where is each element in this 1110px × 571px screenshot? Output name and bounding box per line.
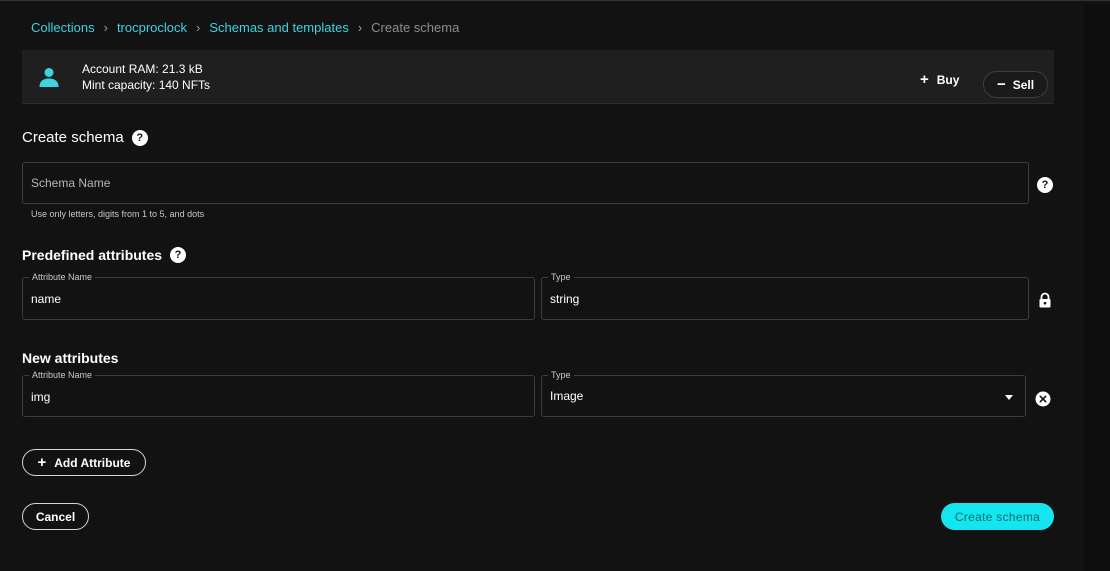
add-attribute-button[interactable]: + Add Attribute — [22, 449, 146, 476]
account-ram: Account RAM: 21.3 kB — [82, 62, 203, 76]
breadcrumb-separator: › — [196, 20, 201, 35]
create-schema-title: Create schema — [22, 129, 124, 146]
user-icon — [39, 68, 59, 87]
breadcrumb-current: Create schema — [371, 20, 460, 35]
type-value: string — [550, 292, 580, 306]
breadcrumb-separator: › — [357, 20, 363, 35]
minus-icon: − — [996, 76, 1006, 93]
plus-icon: + — [920, 71, 929, 88]
new-attributes-title: New attributes — [22, 350, 119, 366]
attribute-name-value[interactable]: img — [31, 390, 50, 404]
breadcrumb: Collections › trocproclock › Schemas and… — [31, 20, 459, 35]
predefined-attributes-title: Predefined attributes — [22, 247, 163, 263]
attribute-name-label: Attribute Name — [29, 272, 96, 283]
create-schema-label: Create schema — [954, 509, 1041, 524]
buy-label: Buy — [936, 72, 960, 87]
right-scroll-strip — [1084, 4, 1110, 571]
create-schema-button[interactable]: Create schema — [941, 503, 1054, 530]
buy-ram-button[interactable]: + Buy — [920, 72, 959, 87]
type-label: Type — [548, 370, 574, 381]
schema-name-field[interactable] — [22, 162, 1029, 204]
schema-name-help-icon[interactable]: ? — [1037, 177, 1053, 193]
top-divider — [0, 0, 1110, 4]
mint-capacity: Mint capacity: 140 NFTs — [82, 78, 211, 92]
cancel-button[interactable]: Cancel — [22, 503, 89, 530]
help-icon[interactable]: ? — [170, 247, 187, 263]
type-selected-value: Image — [550, 389, 584, 403]
attribute-name-value: name — [31, 292, 62, 306]
new-attribute-name-field[interactable]: Attribute Name img — [22, 370, 535, 417]
breadcrumb-collections[interactable]: Collections — [31, 20, 95, 35]
attribute-name-label: Attribute Name — [29, 370, 96, 381]
add-attribute-label: Add Attribute — [54, 455, 131, 470]
plus-icon: + — [37, 454, 47, 471]
cancel-label: Cancel — [35, 509, 76, 524]
type-label: Type — [548, 272, 574, 283]
breadcrumb-separator: › — [103, 20, 108, 35]
sell-label: Sell — [1012, 77, 1035, 92]
create-schema-heading: Create schema ? — [22, 129, 148, 146]
chevron-down-icon — [1005, 395, 1013, 400]
schema-name-helper: Use only letters, digits from 1 to 5, an… — [31, 209, 205, 219]
new-attribute-type-select[interactable]: Type Image — [541, 370, 1026, 417]
breadcrumb-collection-name[interactable]: trocproclock — [117, 20, 187, 35]
help-icon[interactable]: ? — [131, 129, 148, 146]
new-attributes-heading: New attributes — [22, 350, 118, 366]
sell-ram-button[interactable]: − Sell — [983, 71, 1048, 98]
predefined-attribute-name-field: Attribute Name name — [22, 272, 535, 320]
account-info: Account RAM: 21.3 kB Mint capacity: 140 … — [82, 61, 210, 93]
remove-attribute-icon[interactable] — [1035, 391, 1051, 407]
breadcrumb-schemas-templates[interactable]: Schemas and templates — [209, 20, 348, 35]
schema-name-input[interactable] — [23, 163, 1028, 203]
account-resources-bar: Account RAM: 21.3 kB Mint capacity: 140 … — [22, 50, 1054, 104]
lock-icon — [1039, 292, 1051, 308]
predefined-attributes-heading: Predefined attributes ? — [22, 247, 187, 263]
predefined-attribute-type-field: Type string — [541, 272, 1029, 320]
